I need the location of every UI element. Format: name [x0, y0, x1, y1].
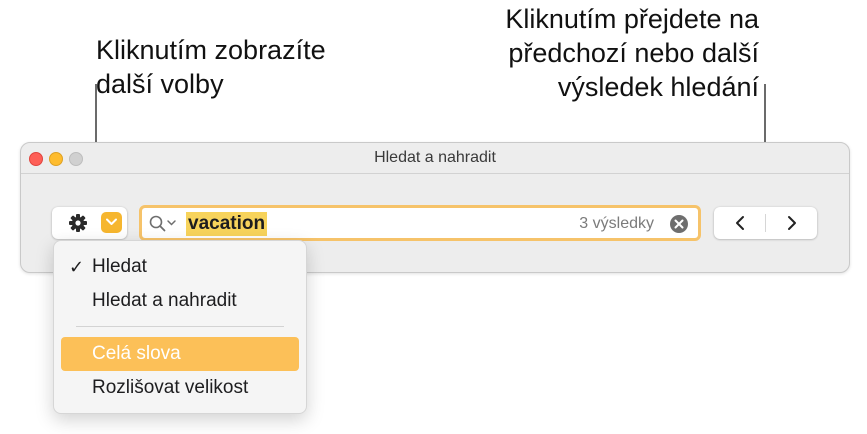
options-callout: Kliknutím zobrazíte další volby — [96, 35, 326, 99]
menu-item-label: Rozlišovat velikost — [92, 377, 249, 398]
search-icon[interactable] — [149, 215, 179, 233]
checkmark-icon: ✓ — [69, 257, 85, 277]
search-field[interactable]: vacation 3 výsledky — [139, 205, 701, 241]
menu-item-find-and-replace[interactable]: Hledat a nahradit — [54, 284, 306, 318]
menu-separator — [76, 326, 284, 327]
chevron-down-icon — [106, 218, 117, 225]
search-input[interactable]: vacation — [186, 212, 268, 236]
menu-item-label: Hledat a nahradit — [92, 290, 237, 311]
gear-icon — [69, 214, 87, 232]
menu-item-whole-words[interactable]: Celá slova — [61, 337, 299, 371]
next-result-button[interactable] — [766, 207, 817, 239]
window-title: Hledat a nahradit — [374, 149, 496, 166]
chevron-left-icon — [736, 216, 744, 230]
menu-item-label: Celá slova — [92, 343, 181, 364]
previous-result-button[interactable] — [714, 207, 765, 239]
navigation-callout: Kliknutím přejdete na předchozí nebo dal… — [505, 4, 759, 102]
search-options-button[interactable] — [52, 207, 127, 239]
clear-icon[interactable] — [670, 215, 688, 233]
search-options-menu: ✓ Hledat Hledat a nahradit Celá slova Ro… — [53, 240, 307, 414]
chevron-right-icon — [788, 216, 796, 230]
title-bar: Hledat a nahradit — [21, 143, 849, 174]
menu-item-match-case[interactable]: Rozlišovat velikost — [54, 371, 306, 405]
options-dropdown-toggle[interactable] — [101, 212, 122, 233]
menu-item-find[interactable]: ✓ Hledat — [54, 250, 306, 284]
menu-item-label: Hledat — [92, 256, 147, 277]
result-count: 3 výsledky — [579, 215, 654, 232]
result-navigation — [714, 207, 817, 239]
